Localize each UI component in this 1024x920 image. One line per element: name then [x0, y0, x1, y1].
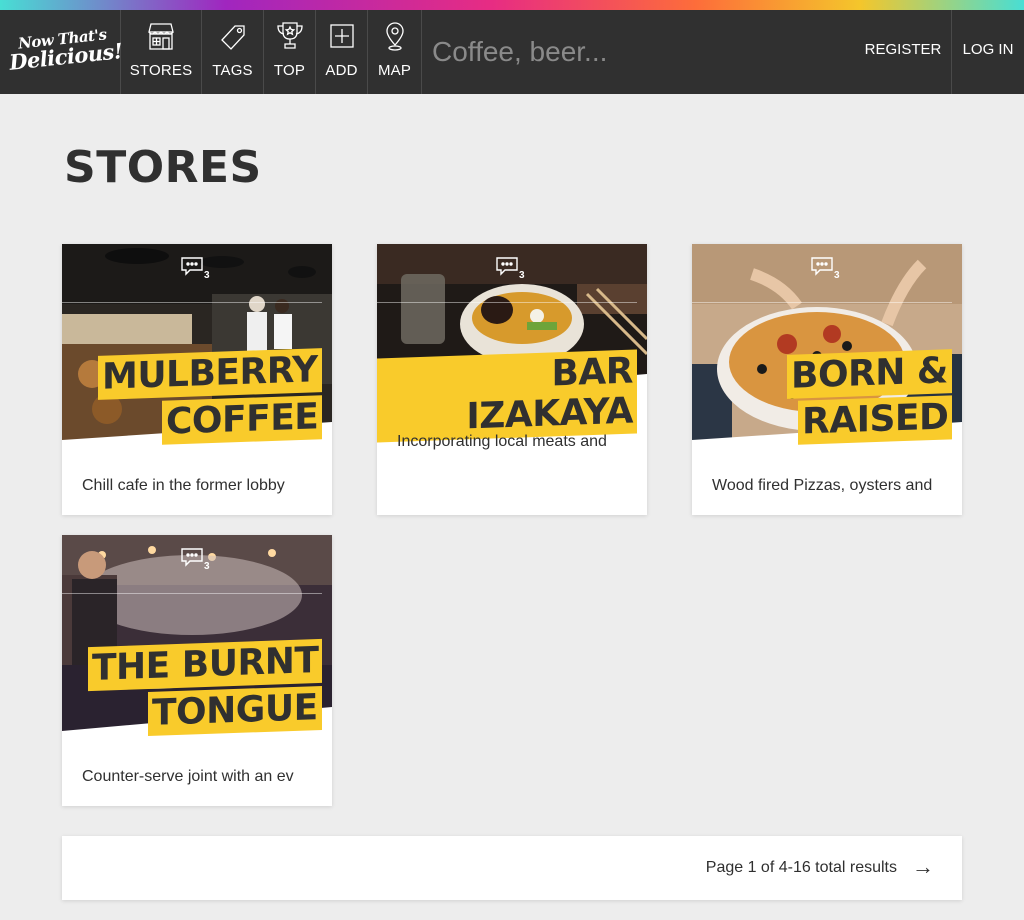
- hero-divider: [377, 302, 637, 303]
- nav-item-map[interactable]: MAP: [368, 10, 422, 94]
- next-page-arrow-icon[interactable]: →: [912, 854, 934, 880]
- store-description: Incorporating local meats and: [397, 433, 607, 450]
- top-nav: Now That's Delicious! STORES TAGS TOP AD…: [0, 10, 1024, 94]
- login-link[interactable]: LOG IN: [951, 10, 1024, 94]
- nav-label: ADD: [325, 62, 358, 79]
- review-count-value: 3: [204, 561, 210, 572]
- comment-icon: [811, 257, 833, 276]
- nav-label: TAGS: [212, 62, 253, 79]
- nav-item-tags[interactable]: TAGS: [202, 10, 264, 94]
- store-card[interactable]: 3 BAR IZAKAYA Incorporating local meats …: [377, 244, 647, 515]
- store-title[interactable]: MULBERRY COFFEE: [98, 348, 322, 445]
- nav-item-stores[interactable]: STORES: [121, 10, 202, 94]
- store-icon: [148, 23, 174, 50]
- comment-icon: [181, 257, 203, 276]
- review-count[interactable]: 3: [810, 256, 844, 281]
- store-title-line-1: BAR IZAKAYA: [377, 349, 637, 443]
- review-count[interactable]: 3: [180, 547, 214, 572]
- trophy-icon: [276, 22, 303, 49]
- review-count[interactable]: 3: [495, 256, 529, 281]
- store-title-line-2: COFFEE: [161, 395, 322, 445]
- pagination-text: Page 1 of 4-16 total results: [705, 859, 897, 876]
- store-title[interactable]: BAR IZAKAYA: [377, 349, 637, 443]
- hero-divider: [692, 302, 952, 303]
- add-icon: [329, 24, 354, 48]
- nav-item-top[interactable]: TOP: [264, 10, 316, 94]
- search-input[interactable]: [422, 10, 822, 94]
- comment-icon: [496, 257, 518, 276]
- review-count-value: 3: [204, 270, 210, 281]
- register-link[interactable]: REGISTER: [855, 10, 951, 94]
- store-description: Wood fired Pizzas, oysters and: [712, 477, 933, 494]
- nav-label: STORES: [129, 62, 193, 79]
- map-pin-icon: [385, 22, 404, 51]
- store-hero[interactable]: 3 BORN & RAISED: [692, 244, 962, 445]
- store-hero[interactable]: 3 MULBERRY COFFEE: [62, 244, 332, 445]
- rainbow-bar: [0, 0, 1024, 10]
- store-hero[interactable]: 3 BAR IZAKAYA: [377, 244, 647, 444]
- review-count-value: 3: [519, 270, 525, 281]
- hero-divider: [62, 593, 322, 594]
- store-card[interactable]: 3 BORN & RAISED Wood fired Pizzas, oyste…: [692, 244, 962, 515]
- logo[interactable]: Now That's Delicious!: [0, 10, 124, 94]
- store-card[interactable]: 3 MULBERRY COFFEE Chill cafe in the form…: [62, 244, 332, 515]
- nav-item-add[interactable]: ADD: [316, 10, 368, 94]
- store-title-line-2: RAISED: [797, 395, 952, 445]
- nav-label: TOP: [273, 62, 306, 79]
- store-title-line-2: TONGUE: [148, 685, 322, 737]
- store-description: Chill cafe in the former lobby: [82, 477, 285, 494]
- store-hero[interactable]: 3 THE BURNT TONGUE: [62, 535, 332, 737]
- hero-divider: [62, 302, 322, 303]
- store-card[interactable]: 3 THE BURNT TONGUE Counter-serve joint w…: [62, 535, 332, 806]
- store-title-line-1: BORN &: [787, 349, 952, 399]
- tag-icon: [220, 25, 245, 50]
- store-title[interactable]: THE BURNT TONGUE: [87, 638, 322, 737]
- store-title-line-1: MULBERRY: [98, 348, 322, 400]
- nav-label: MAP: [377, 62, 412, 79]
- page-title: STORES: [64, 142, 262, 193]
- store-title-line-1: THE BURNT: [87, 638, 322, 692]
- comment-icon: [181, 548, 203, 567]
- review-count-value: 3: [834, 270, 840, 281]
- pagination: Page 1 of 4-16 total results →: [62, 836, 962, 900]
- store-description: Counter-serve joint with an ev: [82, 768, 294, 785]
- store-title[interactable]: BORN & RAISED: [787, 349, 952, 445]
- review-count[interactable]: 3: [180, 256, 214, 281]
